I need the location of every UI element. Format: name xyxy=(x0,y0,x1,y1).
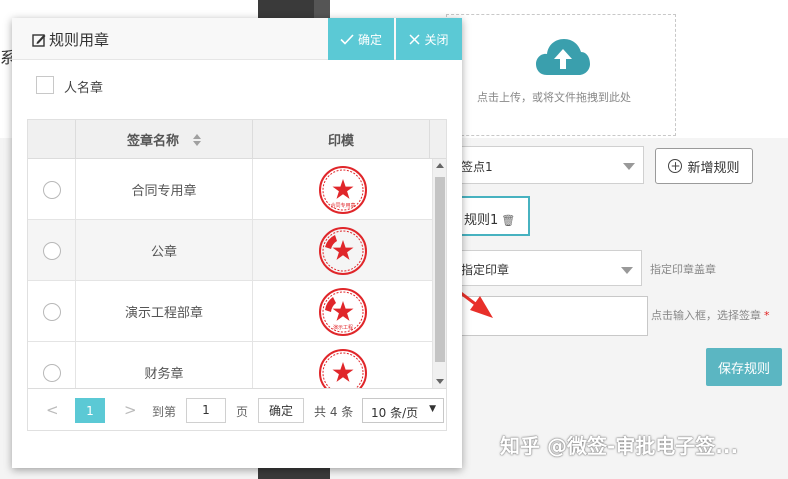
page-number-current[interactable]: 1 xyxy=(75,398,105,423)
row-radio-cell xyxy=(28,159,76,220)
row-radio[interactable] xyxy=(42,180,61,199)
row-radio[interactable] xyxy=(42,241,61,260)
rule-tab-label: 规则1 xyxy=(464,213,499,228)
table-body: 合同专用章 合同专用章 公章 演示工程部章 演示工程 财务章 xyxy=(28,159,433,388)
edit-icon xyxy=(32,33,46,47)
row-name-cell: 公章 xyxy=(76,220,253,281)
seal-mode-value: 指定印章 xyxy=(461,263,510,277)
row-seal-cell: 演示工程 xyxy=(253,281,433,342)
header-seal-name[interactable]: 签章名称 xyxy=(76,120,253,159)
page-jump-ok-button[interactable]: 确定 xyxy=(258,398,304,423)
row-radio-cell xyxy=(28,342,76,388)
seal-name: 财务章 xyxy=(144,367,184,382)
chevron-left-icon[interactable]: < xyxy=(46,401,59,419)
dialog-header: 规则用章 确定 关闭 xyxy=(12,18,462,60)
scroll-up-icon[interactable] xyxy=(436,163,444,168)
sort-icon[interactable] xyxy=(193,133,201,146)
upload-hint: 点击上传，或将文件拖拽到此处 xyxy=(477,91,631,104)
header-scroll-spacer xyxy=(430,120,446,159)
confirm-button[interactable]: 确定 xyxy=(328,18,394,60)
add-rule-label: 新增规则 xyxy=(687,160,740,176)
required-mark: * xyxy=(764,309,770,322)
close-icon xyxy=(409,33,421,45)
chevron-down-icon: ▼ xyxy=(429,404,436,414)
seal-stamp-text: 演示工程 xyxy=(332,324,352,331)
seal-input-hint-text: 点击输入框，选择签章 xyxy=(651,309,761,322)
plus-circle-icon: + xyxy=(668,159,683,173)
check-icon xyxy=(340,33,354,45)
seal-name: 合同专用章 xyxy=(131,184,197,199)
header-seal-name-label: 签章名称 xyxy=(126,134,179,149)
trash-icon[interactable]: 🗑 xyxy=(501,214,515,227)
goto-label: 到第 xyxy=(152,405,177,419)
seal-table: 签章名称 印模 合同专用章 合同专用章 公章 演示工程部章 演示工程 财务章 <… xyxy=(27,119,447,431)
seal-stamp-text: 合同专用章 xyxy=(330,202,355,209)
row-radio-cell xyxy=(28,220,76,281)
seal-stamp-image xyxy=(318,226,367,275)
table-row[interactable]: 演示工程部章 演示工程 xyxy=(28,281,433,342)
seal-mode-hint: 指定印章盖章 xyxy=(650,263,716,276)
pagination: < 1 > 到第 1 页 确定 共 4 条 10 条/页 ▼ xyxy=(28,388,446,430)
row-seal-cell: 合同专用章 xyxy=(253,159,433,220)
personal-seal-label: 人名章 xyxy=(64,81,104,96)
page-jump-input[interactable]: 1 xyxy=(186,398,226,423)
seal-rule-dialog: 规则用章 确定 关闭 人名章 签章名称 印模 合同专用章 合同专用章 公章 演示… xyxy=(12,18,462,468)
cloud-upload-icon xyxy=(536,39,590,75)
row-name-cell: 财务章 xyxy=(76,342,253,388)
watermark: 知乎 @微签-审批电子签... xyxy=(500,434,739,458)
header-seal-image: 印模 xyxy=(253,120,430,159)
seal-name: 演示工程部章 xyxy=(124,306,203,321)
page-size-value: 10 条/页 xyxy=(371,406,419,420)
row-radio-cell xyxy=(28,281,76,342)
close-button[interactable]: 关闭 xyxy=(396,18,462,60)
save-rule-button[interactable]: 保存规则 xyxy=(706,348,782,386)
table-header: 签章名称 印模 xyxy=(28,120,446,159)
table-scrollbar[interactable] xyxy=(433,159,446,388)
row-name-cell: 合同专用章 xyxy=(76,159,253,220)
header-select-col xyxy=(28,120,76,159)
header-seal-image-label: 印模 xyxy=(327,134,354,149)
seal-mode-select[interactable]: 指定印章 xyxy=(446,250,642,286)
confirm-label: 确定 xyxy=(357,32,382,47)
scroll-down-icon[interactable] xyxy=(436,379,444,384)
dialog-title: 规则用章 xyxy=(32,29,109,50)
signing-point-value: 签点1 xyxy=(461,160,493,174)
table-row[interactable]: 公章 xyxy=(28,220,433,281)
seal-input-hint: 点击输入框，选择签章 * xyxy=(651,307,770,323)
seal-stamp-image: 演示工程 xyxy=(318,287,367,336)
seal-select-input[interactable] xyxy=(446,296,648,336)
row-name-cell: 演示工程部章 xyxy=(76,281,253,342)
page-unit-label: 页 xyxy=(236,405,249,419)
add-rule-button[interactable]: + 新增规则 xyxy=(655,148,753,184)
row-radio[interactable] xyxy=(42,302,61,321)
table-row[interactable]: 财务章 xyxy=(28,342,433,388)
dialog-title-text: 规则用章 xyxy=(49,31,110,49)
page-size-select[interactable]: 10 条/页 ▼ xyxy=(362,398,444,423)
chevron-down-icon xyxy=(623,163,635,170)
seal-stamp-image: 合同专用章 xyxy=(318,165,367,214)
close-label: 关闭 xyxy=(424,32,449,47)
signing-point-select[interactable]: 签点1 xyxy=(446,146,644,184)
row-radio[interactable] xyxy=(42,363,61,382)
upload-dropzone[interactable]: 点击上传，或将文件拖拽到此处 xyxy=(446,14,676,136)
seal-stamp-image xyxy=(318,348,367,388)
row-seal-cell xyxy=(253,220,433,281)
seal-name: 公章 xyxy=(150,245,177,260)
chevron-down-icon xyxy=(621,267,633,274)
personal-seal-checkbox[interactable] xyxy=(36,76,54,94)
table-row[interactable]: 合同专用章 合同专用章 xyxy=(28,159,433,220)
scrollbar-thumb[interactable] xyxy=(435,177,445,362)
total-count: 共 4 条 xyxy=(314,405,354,419)
chevron-right-icon[interactable]: > xyxy=(124,401,137,419)
row-seal-cell xyxy=(253,342,433,388)
